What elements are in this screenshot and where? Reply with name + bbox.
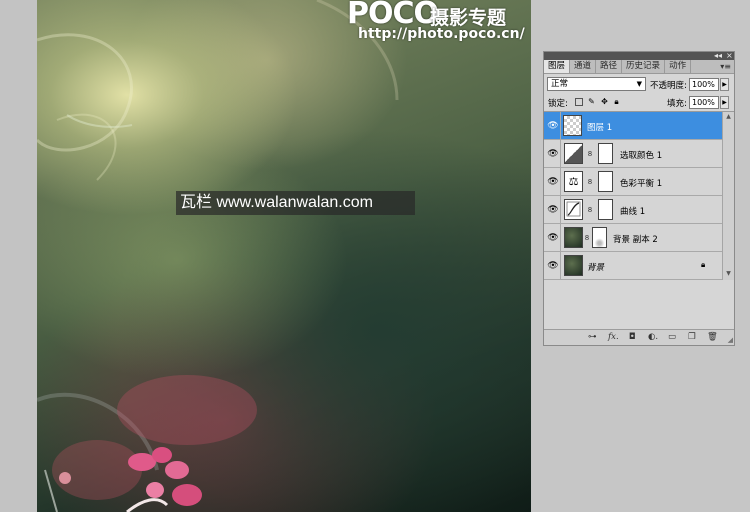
panel-title-bar[interactable]: ◂◂ × (544, 51, 734, 60)
tab-history[interactable]: 历史记录 (622, 60, 666, 73)
poco-logo: POCO 摄影专题 http://photo.poco.cn/ (347, 0, 531, 46)
visibility-eye-icon[interactable]: 👁︎ (546, 176, 560, 188)
layer-locked-icon: 🔒︎ (701, 260, 706, 269)
watermark-banner: 瓦栏 www.walanwalan.com (176, 191, 415, 215)
lock-transparent-pixels-icon[interactable] (575, 98, 583, 106)
color-balance-adjustment-icon: ⚖ (564, 171, 583, 192)
layers-list: 👁︎ 图层 1 👁︎ 8 选取颜色 1 👁︎ ⚖ 8 色彩平衡 1 👁︎ 8 曲… (544, 112, 734, 280)
opacity-label: 不透明度: (650, 81, 687, 91)
scroll-up-icon[interactable]: ▲ (724, 113, 733, 122)
new-group-icon[interactable]: ▭ (668, 331, 676, 343)
layer-row[interactable]: 👁︎ 8 背景 副本 2 (544, 224, 722, 252)
layer-name: 色彩平衡 1 (620, 179, 663, 189)
link-layers-icon[interactable]: ⊶ (588, 331, 597, 343)
delete-layer-icon[interactable]: 🗑︎ (707, 331, 718, 343)
opacity-input[interactable]: 100% (689, 78, 719, 91)
lock-image-pixels-icon[interactable]: ✎ (587, 97, 596, 106)
blend-mode-value: 正常 (551, 79, 569, 89)
link-chain-icon[interactable]: 8 (587, 206, 593, 214)
layer-name: 背景 副本 2 (613, 235, 658, 245)
layer-mask-thumbnail[interactable] (592, 227, 607, 248)
tab-channels[interactable]: 通道 (570, 60, 597, 73)
visibility-eye-icon[interactable]: 👁︎ (546, 120, 560, 132)
layer-mask-thumbnail[interactable] (598, 143, 613, 164)
photo-artwork (37, 0, 399, 512)
fill-slider-arrow-icon[interactable]: ▶ (720, 96, 729, 109)
add-mask-icon[interactable]: ◘ (629, 331, 636, 343)
layer-name: 曲线 1 (620, 207, 646, 217)
photo-thumbnail (564, 255, 583, 276)
layer-mask-thumbnail[interactable] (598, 199, 613, 220)
tab-actions[interactable]: 动作 (665, 60, 692, 73)
tab-layers[interactable]: 图层 (544, 60, 571, 73)
fill-label: 填充: (667, 99, 687, 109)
lock-fill-row: 锁定: ✎ ✥ 🔒︎ 填充: 100% ▶ (544, 94, 734, 112)
opacity-slider-arrow-icon[interactable]: ▶ (720, 78, 729, 91)
logo-url: http://photo.poco.cn/ (358, 26, 525, 42)
tab-paths[interactable]: 路径 (596, 60, 623, 73)
layer-style-fx-icon[interactable]: fx. (608, 331, 619, 343)
chevron-down-icon: ▼ (636, 80, 642, 88)
fill-input[interactable]: 100% (689, 96, 719, 109)
transparent-layer-thumbnail (563, 115, 582, 136)
layers-scrollbar[interactable]: ▲ ▼ (722, 112, 734, 280)
layer-row[interactable]: 👁︎ 8 曲线 1 (544, 196, 722, 224)
resize-grip-icon[interactable]: ◢ (728, 336, 733, 344)
workspace-left-strip (0, 0, 37, 512)
layer-row[interactable]: 👁︎ 背景 🔒︎ (544, 252, 722, 280)
new-adjustment-layer-icon[interactable]: ◐. (648, 331, 658, 343)
layer-row[interactable]: 👁︎ 8 选取颜色 1 (544, 140, 722, 168)
panel-tabs: 图层 通道 路径 历史记录 动作 ▾≡ (544, 60, 734, 74)
lock-label: 锁定: (548, 99, 568, 109)
visibility-eye-icon[interactable]: 👁︎ (546, 204, 560, 216)
visibility-eye-icon[interactable]: 👁︎ (546, 148, 560, 160)
collapse-icon[interactable]: ◂◂ (714, 51, 722, 60)
link-chain-icon[interactable]: 8 (587, 178, 593, 186)
visibility-eye-icon[interactable]: 👁︎ (546, 232, 560, 244)
layer-mask-thumbnail[interactable] (598, 171, 613, 192)
layer-name: 图层 1 (587, 123, 613, 133)
curves-adjustment-icon (564, 199, 583, 220)
panel-menu-icon[interactable]: ▾≡ (720, 60, 731, 73)
scroll-down-icon[interactable]: ▼ (724, 270, 733, 279)
link-chain-icon[interactable]: 8 (584, 234, 590, 242)
blend-opacity-row: 正常 ▼ 不透明度: 100% ▶ (544, 74, 734, 94)
new-layer-icon[interactable]: ❐ (688, 331, 696, 343)
link-chain-icon[interactable]: 8 (587, 150, 593, 158)
photo-thumbnail (564, 227, 583, 248)
layers-bottom-toolbar: ⊶ fx. ◘ ◐. ▭ ❐ 🗑︎ ◢ (544, 329, 734, 345)
visibility-eye-icon[interactable]: 👁︎ (546, 260, 560, 272)
layer-name: 选取颜色 1 (620, 151, 663, 161)
lock-position-icon[interactable]: ✥ (600, 97, 609, 106)
layers-panel: ◂◂ × 图层 通道 路径 历史记录 动作 ▾≡ 正常 ▼ 不透明度: 100%… (543, 51, 735, 346)
layer-row[interactable]: 👁︎ ⚖ 8 色彩平衡 1 (544, 168, 722, 196)
layer-row[interactable]: 👁︎ 图层 1 (544, 112, 722, 140)
selective-color-adjustment-icon (564, 143, 583, 164)
blend-mode-select[interactable]: 正常 ▼ (547, 77, 646, 91)
lock-all-icon[interactable]: 🔒︎ (612, 97, 621, 106)
layer-name: 背景 (587, 263, 605, 273)
document-canvas[interactable]: POCO 摄影专题 http://photo.poco.cn/ 瓦栏 www.w… (37, 0, 531, 512)
close-panel-icon[interactable]: × (726, 51, 733, 60)
